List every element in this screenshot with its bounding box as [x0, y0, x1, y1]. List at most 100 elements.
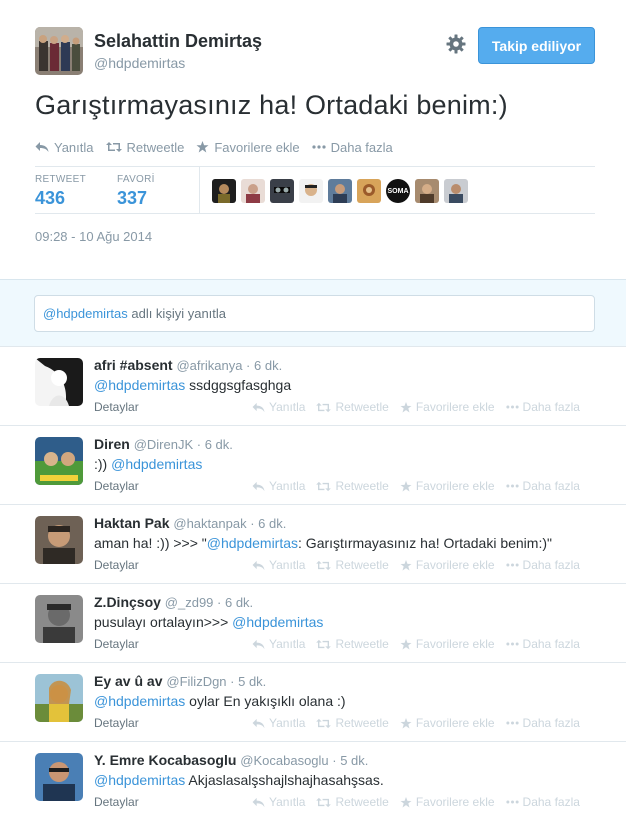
- reply-author-handle[interactable]: @_zd99: [165, 595, 214, 610]
- more-icon: [505, 405, 519, 409]
- details-link[interactable]: Detaylar: [94, 479, 139, 493]
- favorite-action[interactable]: Favorilere ekle: [400, 716, 495, 730]
- separator-dot: ·: [242, 358, 254, 373]
- reply-text-part: pusulayı ortalayın>>>: [94, 614, 233, 630]
- reply-author-handle[interactable]: @Kocabasoglu: [240, 753, 328, 768]
- avatar[interactable]: [212, 179, 236, 203]
- reply-action[interactable]: Yanıtla: [252, 400, 305, 414]
- reply-author-handle[interactable]: @DirenJK: [134, 437, 193, 452]
- reply-action[interactable]: Yanıtla: [252, 637, 305, 651]
- mention-link[interactable]: @hdpdemirtas: [94, 772, 185, 788]
- more-action[interactable]: Daha fazla: [505, 479, 580, 493]
- reply-author-handle[interactable]: @haktanpak: [173, 516, 246, 531]
- retweet-action[interactable]: Retweetle: [105, 140, 184, 155]
- reply-tweet[interactable]: Haktan Pak @haktanpak · 6 dk. aman ha! :…: [0, 505, 626, 584]
- avatar[interactable]: [35, 358, 83, 406]
- reply-action[interactable]: Yanıtla: [252, 558, 305, 572]
- avatar[interactable]: [444, 179, 468, 203]
- retweet-action[interactable]: Retweetle: [316, 716, 389, 730]
- more-action[interactable]: Daha fazla: [505, 400, 580, 414]
- reply-tweet[interactable]: Y. Emre Kocabasoglu @Kocabasoglu · 5 dk.…: [0, 742, 626, 814]
- author-name[interactable]: Selahattin Demirtaş: [94, 31, 262, 52]
- star-icon: [196, 141, 209, 153]
- details-link[interactable]: Detaylar: [94, 795, 139, 809]
- favorite-label: Favorilere ekle: [415, 479, 495, 493]
- retweet-count: 436: [35, 188, 66, 208]
- avatar[interactable]: [35, 27, 83, 75]
- retweet-action[interactable]: Retweetle: [316, 795, 389, 809]
- avatar[interactable]: [35, 437, 83, 485]
- mention-link[interactable]: @hdpdemirtas: [94, 377, 185, 393]
- reply-time[interactable]: 5 dk.: [238, 674, 266, 689]
- avatar[interactable]: [35, 753, 83, 801]
- details-link[interactable]: Detaylar: [94, 716, 139, 730]
- mention-link[interactable]: @hdpdemirtas: [111, 456, 202, 472]
- favorite-action[interactable]: Favorilere ekle: [400, 400, 495, 414]
- avatar[interactable]: [415, 179, 439, 203]
- favorite-action[interactable]: Favorilere ekle: [400, 558, 495, 572]
- reply-input[interactable]: @hdpdemirtas adlı kişiyi yanıtla: [34, 295, 595, 332]
- mention-link[interactable]: @hdpdemirtas: [94, 693, 185, 709]
- reply-action[interactable]: Yanıtla: [252, 795, 305, 809]
- avatar[interactable]: [35, 516, 83, 564]
- mention-link[interactable]: @hdpdemirtas: [207, 535, 298, 551]
- more-action[interactable]: Daha fazla: [505, 558, 580, 572]
- favorite-stat[interactable]: FAVORİ 337: [117, 174, 155, 209]
- more-icon: [505, 484, 519, 488]
- reply-time[interactable]: 6 dk.: [254, 358, 282, 373]
- gear-icon[interactable]: [446, 34, 466, 54]
- details-link[interactable]: Detaylar: [94, 637, 139, 651]
- avatar[interactable]: [241, 179, 265, 203]
- reply-label: Yanıtla: [54, 139, 94, 155]
- mention-link[interactable]: @hdpdemirtas: [232, 614, 323, 630]
- retweet-action[interactable]: Retweetle: [316, 400, 389, 414]
- reply-tweet[interactable]: afri #absent @afrikanya · 6 dk. @hdpdemi…: [0, 347, 626, 426]
- favorite-action[interactable]: Favorilere ekle: [400, 479, 495, 493]
- retweet-stat[interactable]: RETWEET 436: [35, 174, 86, 209]
- more-action[interactable]: Daha fazla: [505, 637, 580, 651]
- tweet-timestamp[interactable]: 09:28 - 10 Ağu 2014: [35, 229, 152, 244]
- reply-action[interactable]: Yanıtla: [252, 479, 305, 493]
- details-link[interactable]: Detaylar: [94, 400, 139, 414]
- reply-author-name[interactable]: Haktan Pak: [94, 515, 169, 531]
- more-action[interactable]: Daha fazla: [311, 140, 393, 155]
- reply-time[interactable]: 6 dk.: [258, 516, 286, 531]
- avatar[interactable]: [35, 595, 83, 643]
- reply-tweet[interactable]: Z.Dinçsoy @_zd99 · 6 dk. pusulayı ortala…: [0, 584, 626, 663]
- author-handle[interactable]: @hdpdemirtas: [94, 55, 185, 71]
- avatar[interactable]: [35, 674, 83, 722]
- retweet-action[interactable]: Retweetle: [316, 479, 389, 493]
- details-link[interactable]: Detaylar: [94, 558, 139, 572]
- retweet-action[interactable]: Retweetle: [316, 558, 389, 572]
- reply-author-handle[interactable]: @afrikanya: [176, 358, 242, 373]
- more-action[interactable]: Daha fazla: [505, 716, 580, 730]
- reply-author-handle[interactable]: @FilizDgn: [166, 674, 226, 689]
- more-action[interactable]: Daha fazla: [505, 795, 580, 809]
- reply-tweet[interactable]: Ey av û av @FilizDgn · 5 dk. @hdpdemirta…: [0, 663, 626, 742]
- retweet-icon: [316, 639, 332, 649]
- reply-author-name[interactable]: Ey av û av: [94, 673, 163, 689]
- reply-action[interactable]: Yanıtla: [35, 140, 94, 155]
- avatar[interactable]: [299, 179, 323, 203]
- favorite-action[interactable]: Favorilere ekle: [400, 637, 495, 651]
- following-button[interactable]: Takip ediliyor: [478, 27, 595, 64]
- avatar[interactable]: [270, 179, 294, 203]
- reply-time[interactable]: 5 dk.: [340, 753, 368, 768]
- separator-dot: ·: [213, 595, 225, 610]
- reply-author-name[interactable]: Y. Emre Kocabasoglu: [94, 752, 236, 768]
- reply-author-name[interactable]: afri #absent: [94, 357, 173, 373]
- reply-time[interactable]: 6 dk.: [225, 595, 253, 610]
- reply-author-name[interactable]: Diren: [94, 436, 130, 452]
- retweet-action[interactable]: Retweetle: [316, 637, 389, 651]
- reply-tweet[interactable]: Diren @DirenJK · 6 dk. :)) @hdpdemirtas …: [0, 426, 626, 505]
- reply-action[interactable]: Yanıtla: [252, 716, 305, 730]
- favorite-action[interactable]: Favorilere ekle: [196, 140, 300, 155]
- favorite-action[interactable]: Favorilere ekle: [400, 795, 495, 809]
- avatar[interactable]: [328, 179, 352, 203]
- reply-text: @hdpdemirtas oylar En yakışıklı olana :): [94, 693, 346, 709]
- soma-avatar[interactable]: SOMA: [386, 179, 410, 203]
- more-icon: [311, 145, 326, 149]
- reply-author-name[interactable]: Z.Dinçsoy: [94, 594, 161, 610]
- reply-time[interactable]: 6 dk.: [205, 437, 233, 452]
- avatar[interactable]: [357, 179, 381, 203]
